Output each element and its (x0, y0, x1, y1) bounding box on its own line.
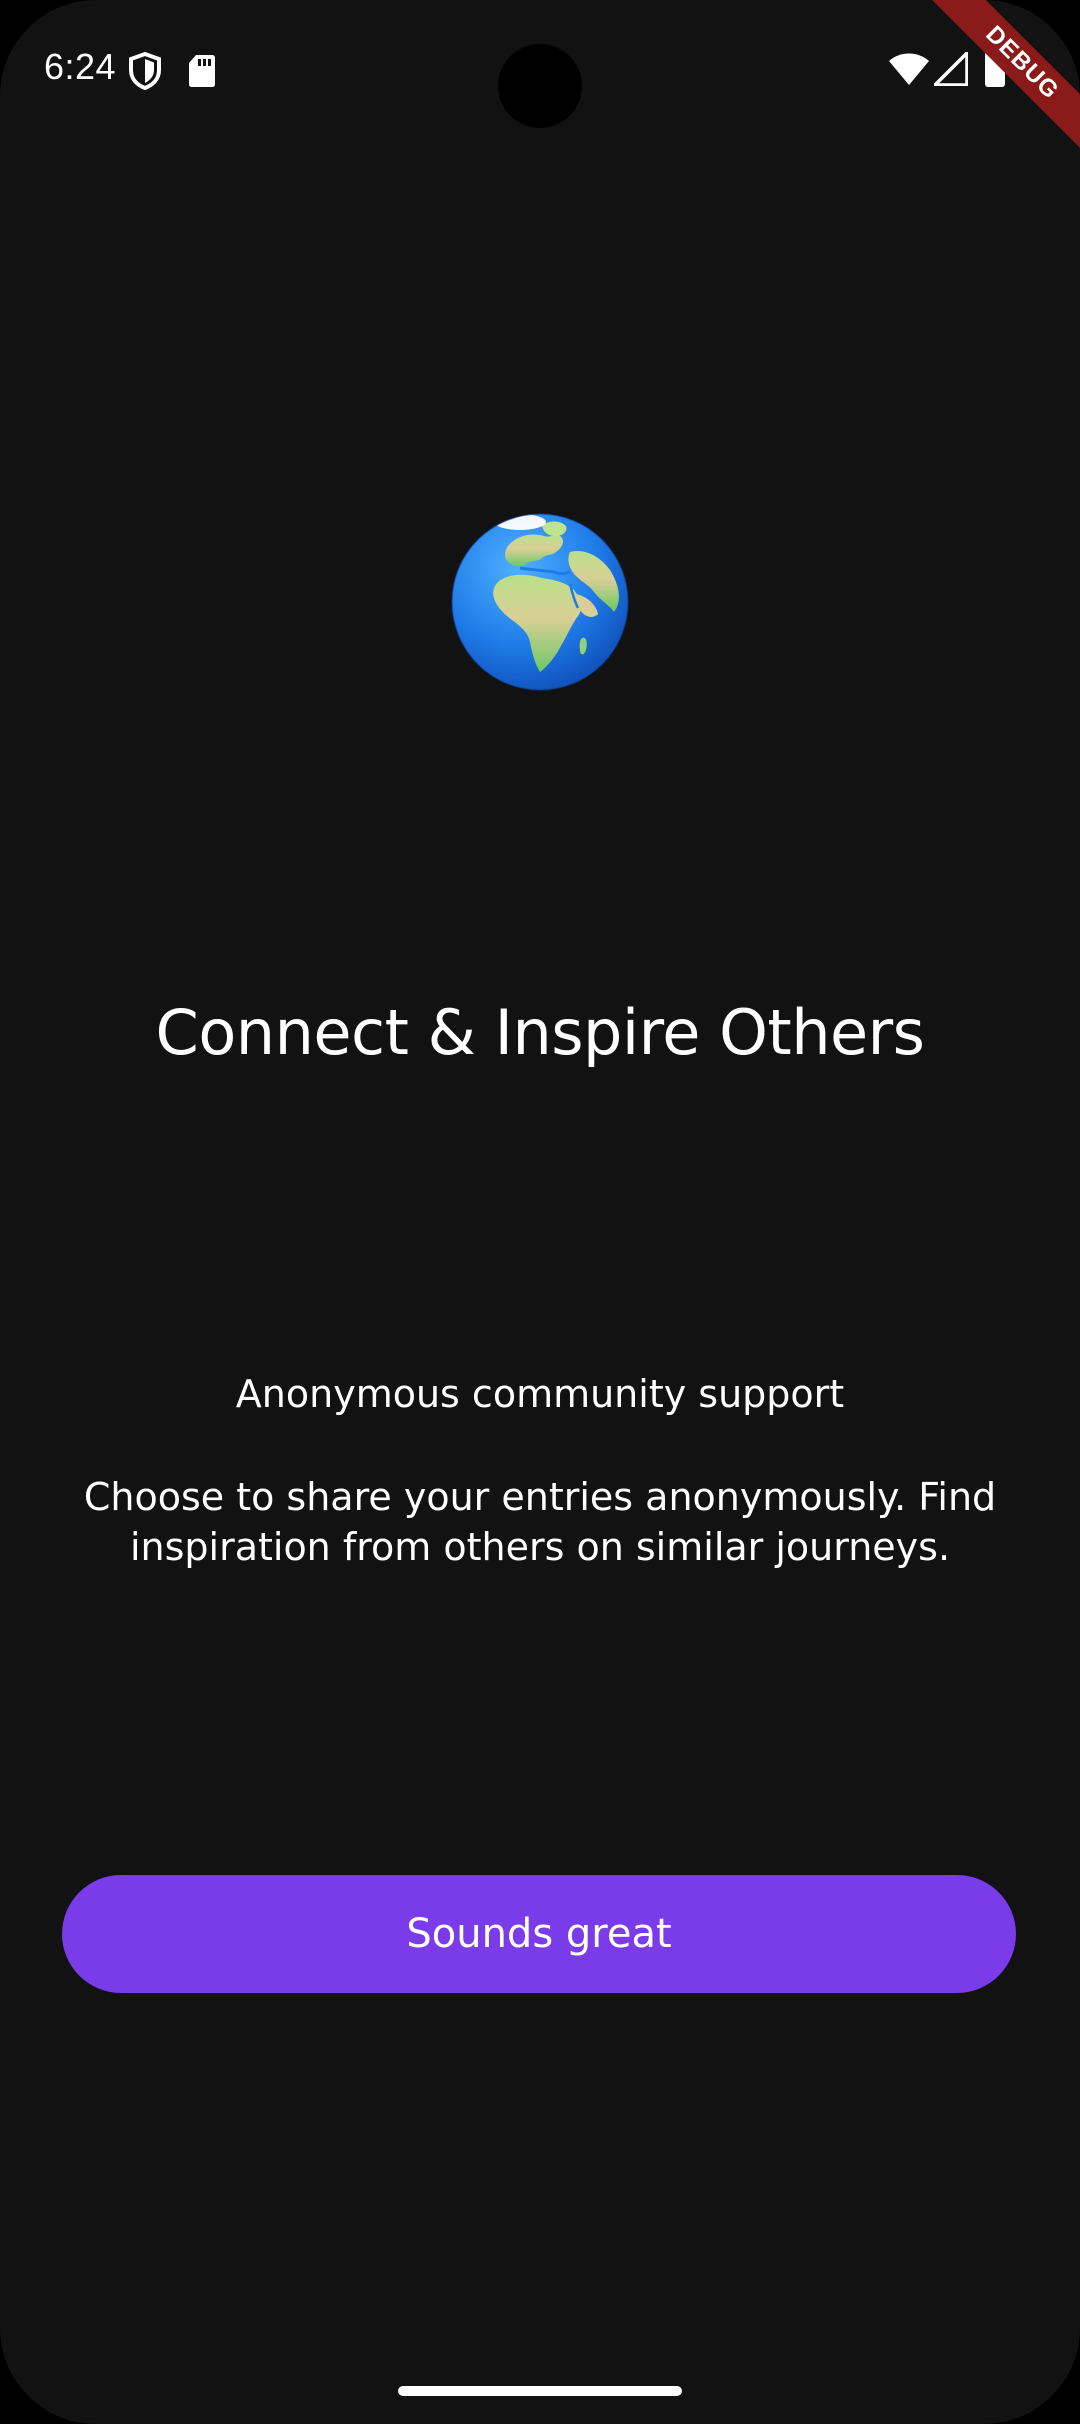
onboarding-title: Connect & Inspire Others (155, 996, 925, 1069)
onboarding-subtitle: Anonymous community support (235, 1372, 845, 1416)
home-indicator[interactable] (398, 2386, 682, 2396)
globe-europe-africa-icon (451, 513, 629, 691)
onboarding-description: Choose to share your entries anonymously… (83, 1475, 997, 1569)
status-time: 6:24 (44, 46, 117, 87)
wifi-icon (889, 53, 929, 85)
camera-cutout (498, 44, 582, 128)
sd-card-icon (189, 55, 215, 87)
sounds-great-button[interactable]: Sounds great (62, 1875, 1016, 1993)
battery-icon (985, 48, 1005, 87)
signal-icon (934, 52, 968, 86)
status-bar: 6:24 (0, 0, 1080, 140)
shield-icon (129, 52, 161, 90)
screen: 6:24 DEBUG Connect & Inspire Others Anon… (0, 0, 1080, 2424)
